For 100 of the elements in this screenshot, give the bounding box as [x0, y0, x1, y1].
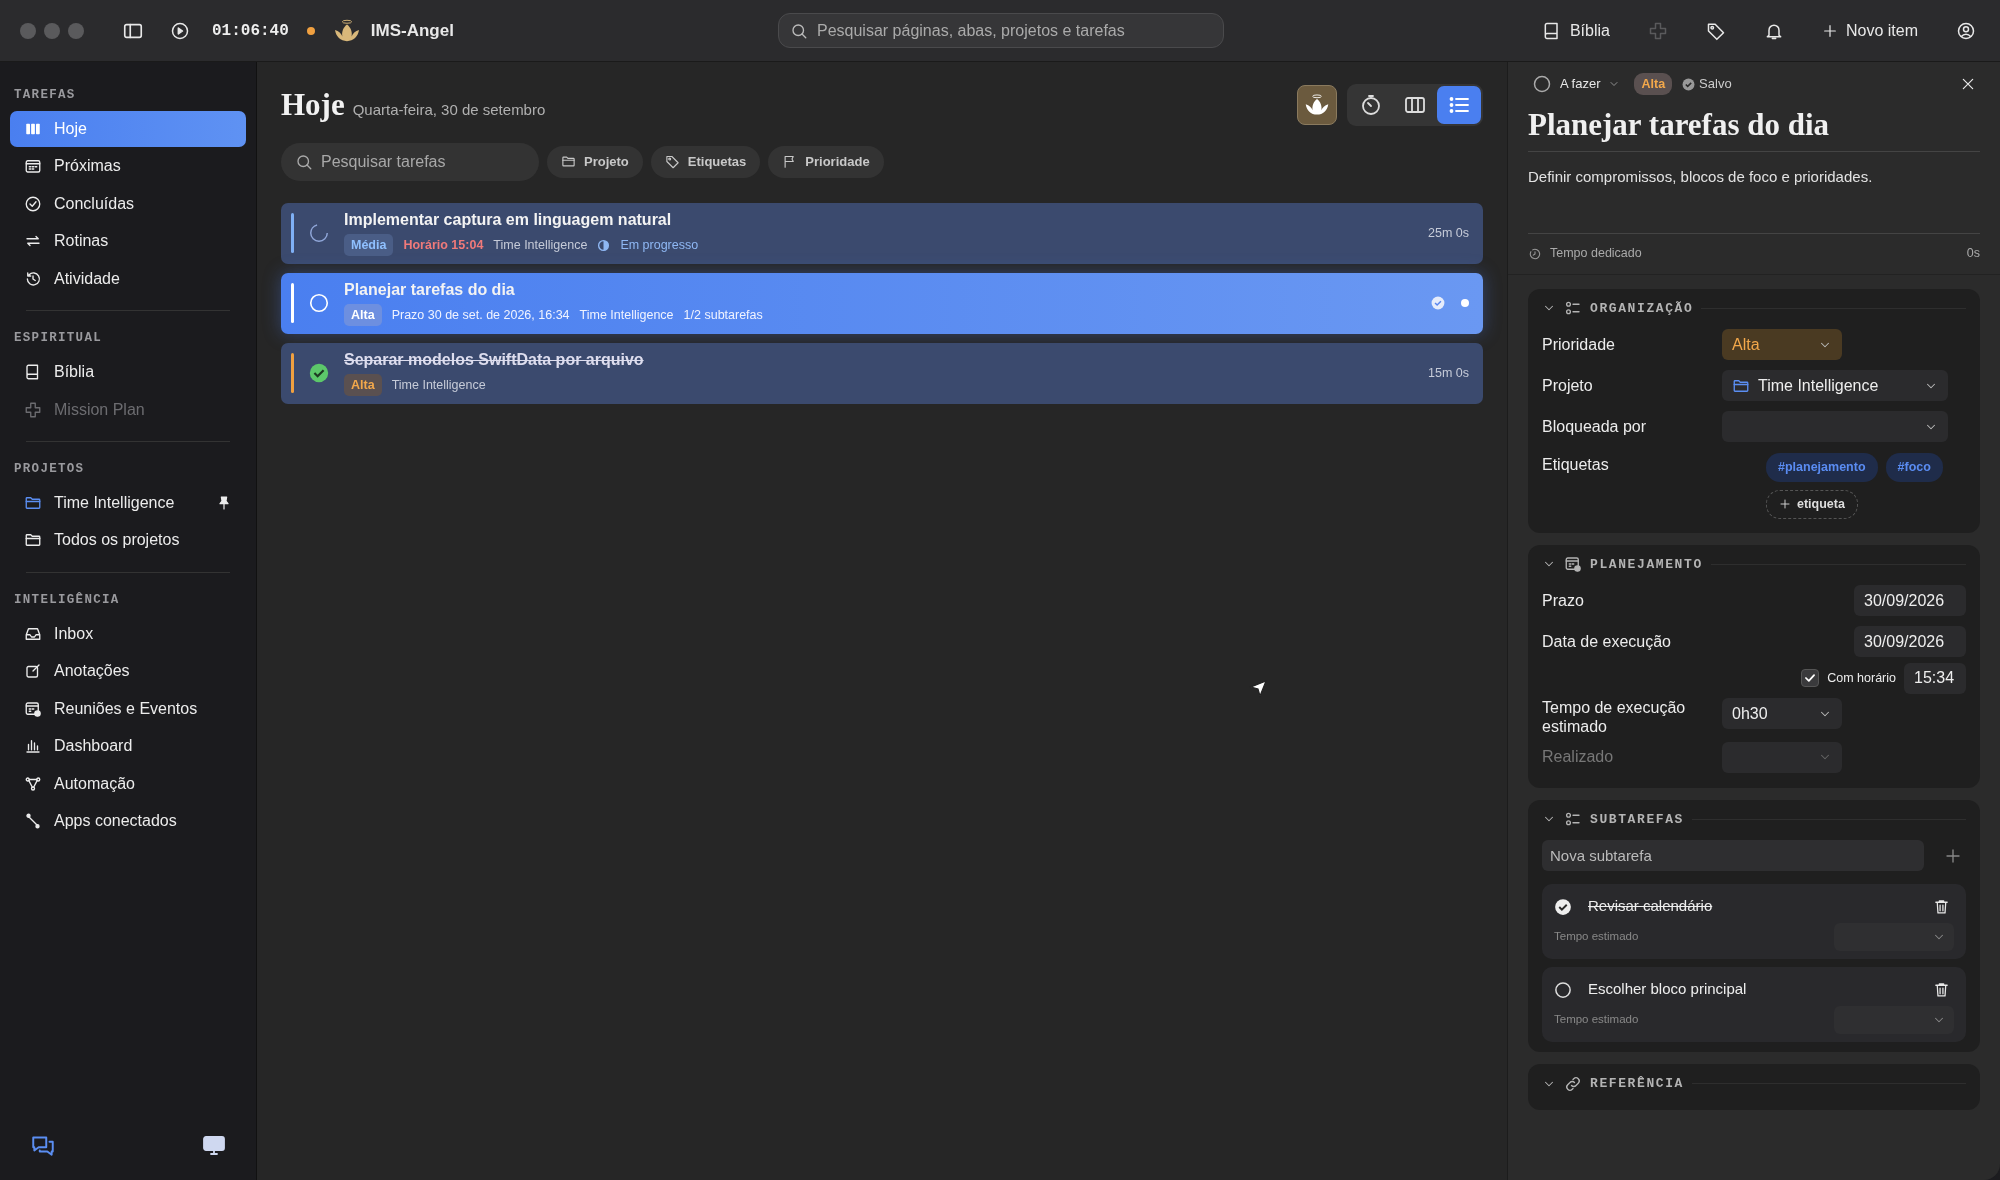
filter-button[interactable]: Projeto	[547, 145, 643, 178]
section-heading: TAREFAS	[13, 87, 77, 104]
priority-badge: Alta	[1634, 72, 1673, 96]
task-meta: Time Intelligence	[579, 306, 674, 324]
search-icon	[790, 21, 808, 40]
subtask-title: Revisar calendário	[1588, 896, 1713, 917]
search-field[interactable]: Pesquisar tarefas	[281, 142, 539, 181]
time-label: Tempo dedicado	[1550, 245, 1642, 263]
status-dot	[1461, 299, 1469, 307]
priority-badge: Média	[344, 233, 394, 257]
sidebar-item[interactable]: Bíblia	[10, 354, 246, 390]
page-title: Hoje	[281, 86, 345, 124]
half-circle-icon	[597, 238, 611, 252]
new-item-button[interactable]: Novo item	[1817, 14, 1922, 47]
tag-chip[interactable]: #planejamento	[1766, 453, 1878, 482]
section-heading: PLANEJAMENTO	[1590, 555, 1703, 574]
task-status: Em progresso	[620, 236, 699, 254]
field-label: Tempo estimado	[1554, 929, 1640, 945]
task-card[interactable]: Implementar captura em linguagem natural Média Horário 15:04 Time Intelligence Em progresso 25m 0s	[281, 202, 1483, 264]
progress-circle-icon[interactable]	[308, 222, 330, 244]
checkbox-label: Com horário	[1827, 669, 1896, 687]
sidebar-item[interactable]: Inbox	[10, 615, 246, 652]
sidebar-item[interactable]: Concluídas	[10, 185, 246, 222]
section-heading: PROJETOS	[13, 461, 86, 478]
sidebar-item[interactable]: Automação	[10, 765, 246, 802]
timer-icon	[1359, 93, 1383, 118]
saved-status: Salvo	[1699, 75, 1732, 94]
priority-badge: Alta	[344, 373, 382, 397]
plus-icon	[1944, 846, 1962, 865]
accent-bar	[291, 213, 294, 253]
calendar-icon	[24, 699, 42, 718]
task-meta: Time Intelligence	[493, 236, 588, 254]
section-heading: SUBTAREFAS	[1590, 810, 1684, 829]
check-icon	[1431, 296, 1445, 310]
time-value: 0s	[1966, 245, 1980, 263]
section-heading: REFERÊNCIA	[1590, 1075, 1684, 1094]
tag-icon	[664, 154, 680, 169]
field-label: Prazo	[1542, 590, 1585, 611]
filter-button[interactable]: Etiquetas	[650, 145, 761, 178]
sidebar-item[interactable]: Rotinas	[10, 223, 246, 260]
date-field[interactable]: 30/09/2026	[1854, 585, 1966, 617]
tag-chip[interactable]: #foco	[1885, 453, 1943, 482]
checked-circle-icon[interactable]	[1554, 897, 1572, 916]
sidebar-item[interactable]: Próximas	[10, 148, 246, 185]
dropdown[interactable]: Alta	[1722, 329, 1842, 361]
task-meta: Prazo 30 de set. de 2026, 16:34	[391, 306, 570, 324]
new-subtask-field[interactable]: Nova subtarefa	[1542, 840, 1924, 872]
task-card[interactable]: Separar modelos SwiftData por arquivo Alta Time Intelligence 15m 0s	[281, 342, 1483, 404]
priority-badge: Alta	[344, 303, 382, 327]
profile-icon	[1956, 20, 1976, 41]
search-icon	[295, 152, 313, 171]
lotus-logo-icon	[332, 18, 361, 43]
field-label: Realizado	[1542, 747, 1615, 768]
sidebar-item[interactable]: Todos os projetos	[10, 522, 246, 559]
dropdown[interactable]: Time Intelligence	[1722, 370, 1948, 402]
trash-icon	[1933, 981, 1950, 999]
list-view-button[interactable]	[1437, 86, 1481, 125]
sidebar-item[interactable]: Reuniões e Eventos	[10, 690, 246, 727]
date-field[interactable]: 30/09/2026	[1854, 626, 1966, 658]
filter-button[interactable]: Prioridade	[768, 145, 884, 178]
circle-icon[interactable]	[1554, 980, 1572, 999]
sidebar-item[interactable]: Hoje	[10, 110, 246, 147]
mascot-button[interactable]	[1297, 85, 1337, 126]
section-heading: INTELIGÊNCIA	[13, 591, 121, 609]
dropdown[interactable]: 0h30	[1722, 698, 1842, 730]
bible-button[interactable]: Bíblia	[1537, 14, 1614, 47]
sidebar-item[interactable]: Atividade	[10, 260, 246, 297]
edit-icon	[24, 662, 42, 680]
page-date: Quarta-feira, 30 de setembro	[352, 100, 546, 120]
accent-bar	[291, 283, 294, 323]
task-description: Definir compromissos, blocos de foco e prioridades.	[1528, 152, 1980, 234]
check-circle-icon	[1682, 77, 1696, 91]
section-heading: ESPIRITUAL	[13, 330, 103, 348]
task-title: Planejar tarefas do dia	[1528, 106, 1980, 153]
sidebar-item[interactable]: Anotações	[10, 653, 246, 689]
sidebar-item[interactable]: Time Intelligence	[10, 484, 246, 521]
field-label: Etiquetas	[1542, 455, 1610, 476]
field-label: Bloqueada por	[1542, 416, 1648, 437]
circle-icon	[1532, 74, 1552, 94]
checkbox[interactable]	[1801, 669, 1820, 688]
search-field[interactable]: Pesquisar páginas, abas, projetos e tarefas	[778, 13, 1224, 48]
checked-circle-icon[interactable]	[308, 362, 330, 384]
section-heading: ORGANIZAÇÃO	[1590, 299, 1694, 318]
task-title: Separar modelos SwiftData por arquivo	[344, 349, 644, 370]
status-dropdown[interactable]: A fazer	[1528, 70, 1625, 98]
trash-icon	[1933, 898, 1950, 916]
sidebar-item[interactable]: Dashboard	[10, 728, 246, 764]
time-field[interactable]: 15:34	[1904, 662, 1966, 694]
due-time: Horário 15:04	[403, 236, 484, 254]
task-meta: 1/2 subtarefas	[683, 306, 763, 324]
task-title: Planejar tarefas do dia	[344, 279, 516, 300]
task-duration: 25m 0s	[1428, 224, 1469, 242]
cross-icon	[24, 400, 42, 419]
subtask-title: Escolher bloco principal	[1588, 979, 1747, 1000]
folder-icon	[561, 154, 576, 169]
field-label: Projeto	[1542, 375, 1594, 396]
nodes-icon	[24, 774, 42, 793]
accent-bar	[291, 353, 294, 393]
sidebar-item[interactable]: Apps conectados	[10, 803, 246, 839]
calendar-icon	[1564, 555, 1582, 574]
